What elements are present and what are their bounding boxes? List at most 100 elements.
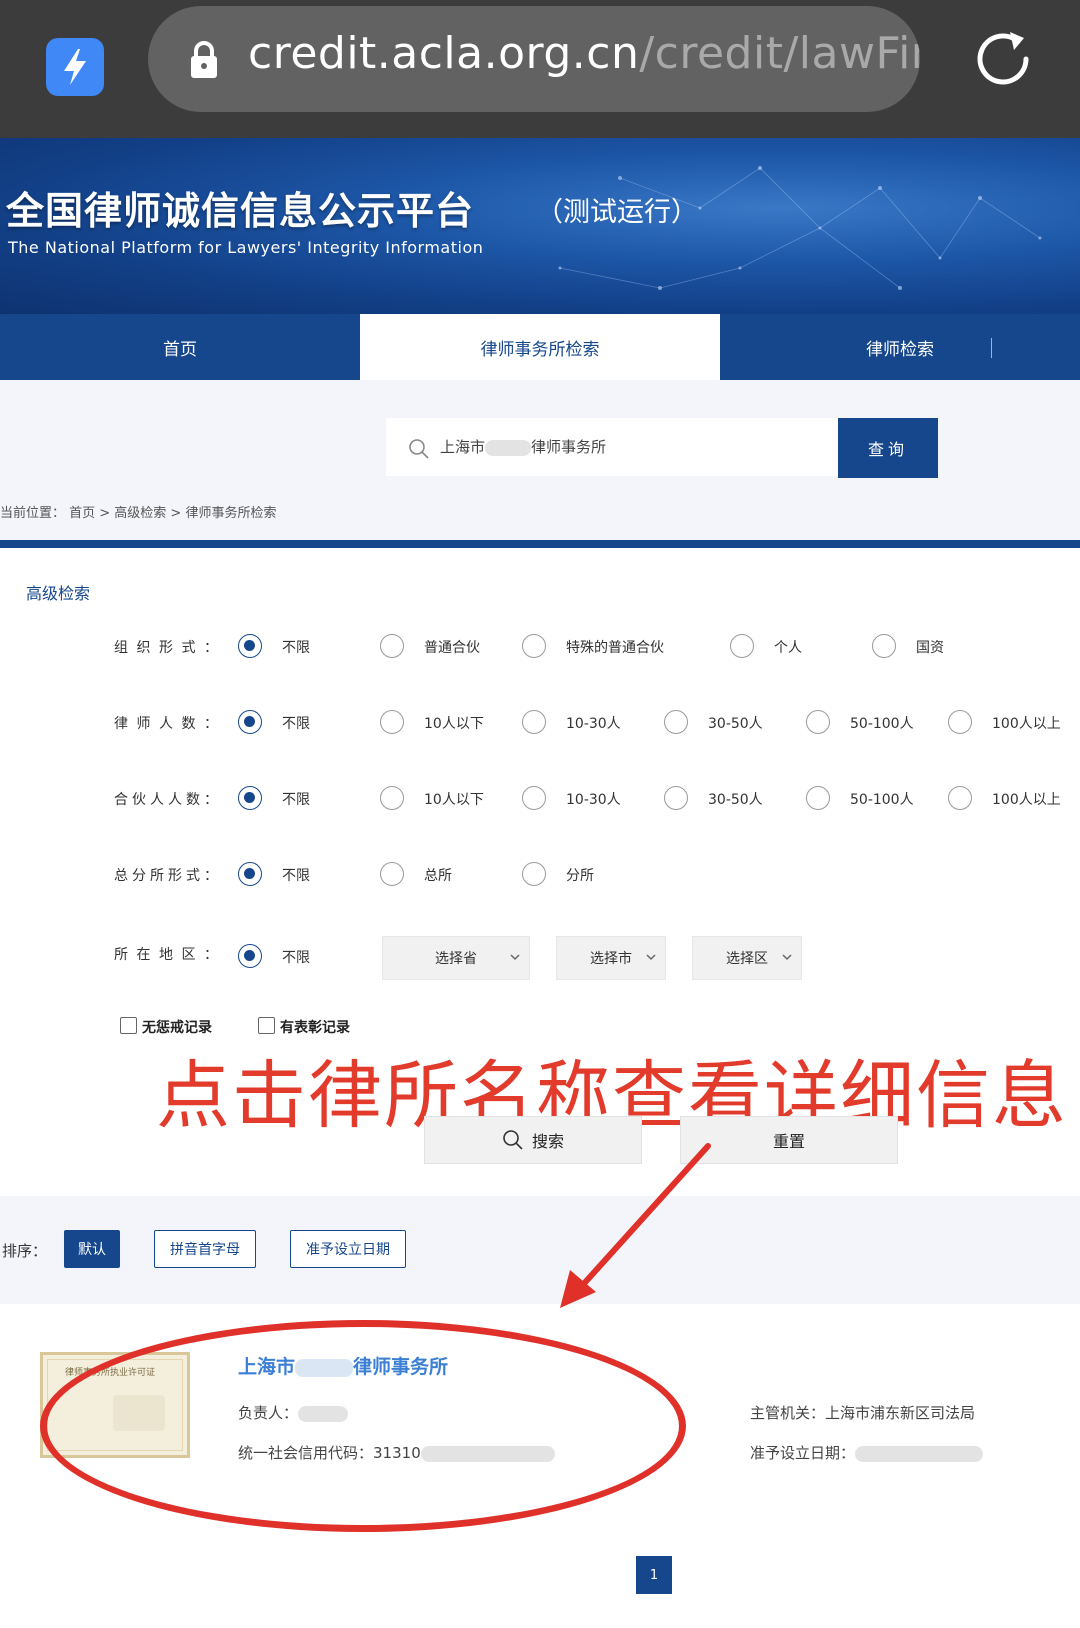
reset-button-label: 重置	[772, 1132, 805, 1151]
filter-label: 组织形式：	[114, 640, 218, 656]
radio-label: 30-50人	[708, 716, 763, 732]
radio-label: 10-30人	[566, 792, 621, 808]
lock-icon	[191, 41, 217, 78]
search-value-suffix: 律师事务所	[531, 438, 607, 456]
radio-lawyers-over-100[interactable]	[948, 710, 972, 734]
radio-label: 不限	[282, 792, 310, 808]
radio-label: 100人以上	[992, 716, 1061, 732]
sort-approve-date-button[interactable]: 准予设立日期	[290, 1230, 406, 1268]
search-input-box[interactable]: 上海市 律师事务所	[386, 418, 838, 476]
radio-org-general-partnership[interactable]	[380, 634, 404, 658]
radio-partners-over-100[interactable]	[948, 786, 972, 810]
lightning-app-icon[interactable]	[46, 38, 104, 96]
radio-lawyers-10-30[interactable]	[522, 710, 546, 734]
radio-partners-any[interactable]	[238, 786, 262, 810]
radio-label: 不限	[282, 716, 310, 732]
checkbox-no-discipline[interactable]	[120, 1017, 137, 1034]
tab-lawyer-search-label: 律师检索	[866, 339, 934, 360]
search-section: 上海市 律师事务所 查询 当前位置： 首页 > 高级检索 > 律师事务所检索	[0, 380, 1080, 542]
tab-law-firm-search-label: 律师事务所检索	[480, 339, 600, 360]
radio-org-special-partnership[interactable]	[522, 634, 546, 658]
radio-org-any[interactable]	[238, 634, 262, 658]
banner-subtitle: （测试运行）	[536, 197, 698, 228]
chevron-down-icon	[782, 954, 792, 961]
select-province-value: 选择省	[435, 951, 477, 967]
radio-label: 总所	[424, 868, 452, 884]
firm-approve-date: 准予设立日期：	[750, 1442, 984, 1463]
record-filters: 无惩戒记录 有表彰记录	[120, 1016, 720, 1038]
radio-partners-under-10[interactable]	[380, 786, 404, 810]
select-city-value: 选择市	[590, 951, 632, 967]
radio-label: 特殊的普通合伙	[566, 640, 664, 656]
sort-label: 排序：	[2, 1242, 48, 1260]
select-city[interactable]: 选择市	[556, 936, 666, 980]
filter-row-lawyer-count: 律师人数： 不限 10人以下 10-30人 30-50人 50-100人 100…	[0, 708, 1080, 738]
browser-toolbar: credit.acla.org.cn/credit/lawFirm	[0, 0, 1080, 138]
redacted-text	[485, 439, 532, 456]
tab-home-label: 首页	[163, 339, 197, 360]
radio-label: 不限	[282, 640, 310, 656]
url-path: /credit/lawFirm	[639, 28, 920, 79]
filter-row-branch-type: 总分所形式： 不限 总所 分所	[0, 860, 1080, 890]
radio-label: 10-30人	[566, 716, 621, 732]
radio-org-individual[interactable]	[730, 634, 754, 658]
redacted-text	[855, 1445, 984, 1462]
nav-separator	[991, 338, 992, 358]
radio-region-any[interactable]	[238, 944, 262, 968]
banner-title: 全国律师诚信信息公示平台	[6, 189, 475, 233]
address-bar[interactable]: credit.acla.org.cn/credit/lawFirm	[148, 6, 920, 112]
search-icon	[503, 1130, 523, 1150]
search-value-prefix: 上海市	[440, 438, 486, 456]
search-input[interactable]: 上海市 律师事务所	[440, 436, 606, 457]
section-divider	[0, 540, 1080, 548]
firm-authority: 主管机关：上海市浦东新区司法局	[750, 1404, 976, 1422]
radio-org-state[interactable]	[872, 634, 896, 658]
radio-lawyers-50-100[interactable]	[806, 710, 830, 734]
search-icon	[409, 439, 429, 459]
radio-label: 普通合伙	[424, 640, 480, 656]
approve-date-label: 准予设立日期：	[750, 1444, 856, 1462]
tab-home[interactable]: 首页	[0, 314, 360, 380]
query-button[interactable]: 查询	[838, 418, 938, 478]
radio-label: 50-100人	[850, 792, 914, 808]
tab-lawyer-search[interactable]: 律师检索	[720, 314, 1080, 380]
radio-label: 10人以下	[424, 792, 484, 808]
reload-icon[interactable]	[970, 26, 1036, 92]
chevron-down-icon	[646, 954, 656, 961]
radio-partners-10-30[interactable]	[522, 786, 546, 810]
screen: { "browser": { "url_host": "credit.acla.…	[0, 0, 1080, 1628]
main-nav: 首页 律师事务所检索 律师检索	[0, 314, 1080, 380]
radio-lawyers-under-10[interactable]	[380, 710, 404, 734]
radio-label: 个人	[774, 640, 802, 656]
filter-row-region: 所在地区： 不限 选择省 选择市 选择区	[0, 936, 1080, 982]
radio-lawyers-30-50[interactable]	[664, 710, 688, 734]
radio-branch-branch[interactable]	[522, 862, 546, 886]
url-host: credit.acla.org.cn	[248, 28, 640, 79]
radio-partners-50-100[interactable]	[806, 786, 830, 810]
checkbox-has-commendation[interactable]	[258, 1017, 275, 1034]
search-button[interactable]: 搜索	[424, 1116, 642, 1164]
radio-label: 100人以上	[992, 792, 1061, 808]
filter-label: 总分所形式：	[114, 868, 218, 884]
radio-lawyers-any[interactable]	[238, 710, 262, 734]
banner-english-title: The National Platform for Lawyers' Integ…	[8, 238, 484, 257]
select-province[interactable]: 选择省	[382, 936, 530, 980]
radio-partners-30-50[interactable]	[664, 786, 688, 810]
reset-button[interactable]: 重置	[680, 1116, 898, 1164]
select-district[interactable]: 选择区	[692, 936, 802, 980]
breadcrumb: 当前位置： 首页 > 高级检索 > 律师事务所检索	[0, 506, 277, 521]
sort-default-button[interactable]: 默认	[64, 1230, 120, 1268]
url-text: credit.acla.org.cn/credit/lawFirm	[248, 28, 920, 79]
radio-label: 30-50人	[708, 792, 763, 808]
radio-label: 50-100人	[850, 716, 914, 732]
chevron-down-icon	[510, 954, 520, 961]
tab-law-firm-search[interactable]: 律师事务所检索	[360, 314, 720, 380]
filter-row-organization: 组织形式： 不限 普通合伙 特殊的普通合伙 个人 国资	[0, 632, 1080, 662]
lightning-icon	[64, 49, 86, 85]
page-button-current[interactable]: 1	[636, 1556, 672, 1594]
radio-branch-head-office[interactable]	[380, 862, 404, 886]
sort-pinyin-button[interactable]: 拼音首字母	[154, 1230, 256, 1268]
sort-bar: 排序： 默认 拼音首字母 准予设立日期	[0, 1196, 1080, 1304]
filter-label: 所在地区：	[114, 947, 218, 963]
radio-branch-any[interactable]	[238, 862, 262, 886]
